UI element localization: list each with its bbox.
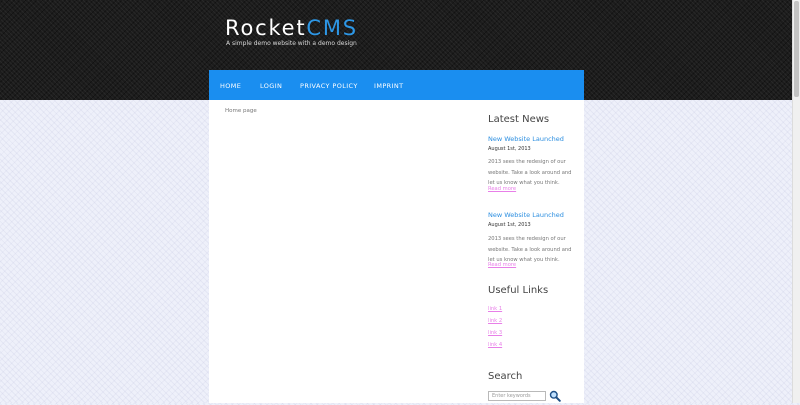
logo-accent-text: CMS [306,16,358,40]
breadcrumb: Home page [225,108,257,114]
nav-item-privacy-policy[interactable]: PRIVACY POLICY [300,82,358,90]
news-item-body: 2013 sees the redesign of our website. T… [488,159,572,186]
news-item-date: August 1st, 2013 [488,222,531,228]
useful-link-3[interactable]: link 3 [488,330,502,336]
search-button[interactable] [549,390,561,402]
news-item-title[interactable]: New Website Launched [488,211,564,219]
site-tagline: A simple demo website with a demo design [226,40,357,47]
news-item-title[interactable]: New Website Launched [488,135,564,143]
news-item-date: August 1st, 2013 [488,146,531,152]
useful-link-4[interactable]: link 4 [488,342,502,348]
search-heading: Search [488,371,523,382]
search-input[interactable] [488,391,546,401]
vertical-scrollbar[interactable] [792,0,800,403]
content-area: Home page Latest News New Website Launch… [209,100,584,403]
news-item-body: 2013 sees the redesign of our website. T… [488,236,572,263]
useful-links-heading: Useful Links [488,285,549,296]
nav-item-home[interactable]: HOME [220,82,241,90]
useful-link-2[interactable]: link 2 [488,318,502,324]
site-logo[interactable]: RocketCMS [225,16,358,40]
magnifier-icon [549,390,561,402]
useful-link-1[interactable]: link 1 [488,306,502,312]
nav-item-login[interactable]: LOGIN [260,82,282,90]
scrollbar-thumb[interactable] [794,1,799,97]
logo-main-text: Rocket [225,16,307,40]
main-nav: HOME LOGIN PRIVACY POLICY IMPRINT [209,70,584,100]
nav-item-imprint[interactable]: IMPRINT [374,82,404,90]
read-more-link[interactable]: Read more [488,262,516,268]
read-more-link[interactable]: Read more [488,186,516,192]
latest-news-heading: Latest News [488,114,550,125]
